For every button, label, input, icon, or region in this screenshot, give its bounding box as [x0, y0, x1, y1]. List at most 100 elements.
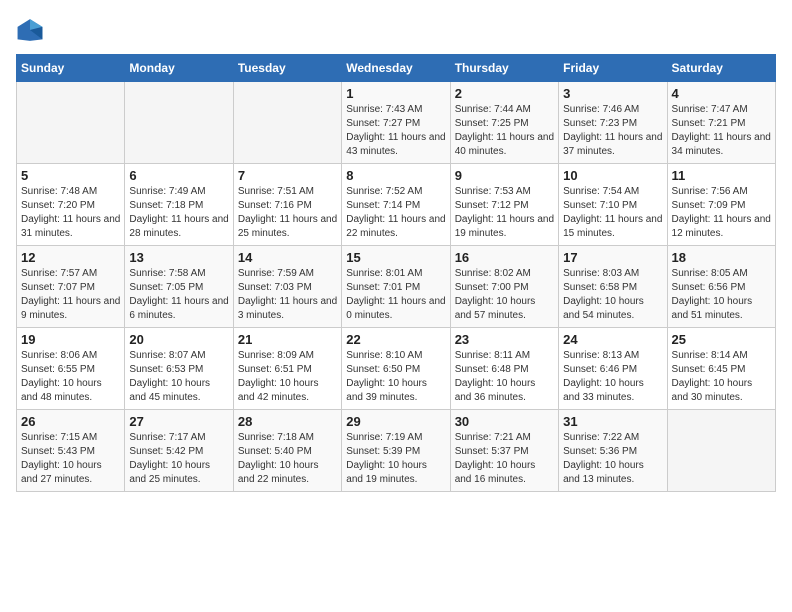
day-info: Sunrise: 7:17 AM Sunset: 5:42 PM Dayligh…: [129, 431, 228, 487]
day-info: Sunrise: 7:21 AM Sunset: 5:37 PM Dayligh…: [455, 431, 554, 487]
day-info: Sunrise: 8:14 AM Sunset: 6:45 PM Dayligh…: [672, 349, 771, 405]
calendar-cell: [233, 82, 341, 164]
day-of-week-header: Thursday: [450, 55, 558, 82]
calendar-cell: [125, 82, 233, 164]
logo: [16, 16, 48, 44]
day-number: 20: [129, 332, 228, 347]
calendar-cell: 22 Sunrise: 8:10 AM Sunset: 6:50 PM Dayli…: [342, 328, 450, 410]
day-info: Sunrise: 8:06 AM Sunset: 6:55 PM Dayligh…: [21, 349, 120, 405]
calendar-cell: 18 Sunrise: 8:05 AM Sunset: 6:56 PM Dayli…: [667, 246, 775, 328]
calendar-cell: 2Sunrise: 7:44 AM Sunset: 7:25 PM Daylig…: [450, 82, 558, 164]
day-info: Sunrise: 7:52 AM Sunset: 7:14 PM Dayligh…: [346, 185, 445, 241]
day-number: 15: [346, 250, 445, 265]
day-number: 26: [21, 414, 120, 429]
calendar-cell: 28 Sunrise: 7:18 AM Sunset: 5:40 PM Dayli…: [233, 410, 341, 492]
day-info: Sunrise: 7:15 AM Sunset: 5:43 PM Dayligh…: [21, 431, 120, 487]
day-number: 30: [455, 414, 554, 429]
day-info: Sunrise: 7:43 AM Sunset: 7:27 PM Dayligh…: [346, 103, 445, 159]
calendar-week-row: 5Sunrise: 7:48 AM Sunset: 7:20 PM Daylig…: [17, 164, 776, 246]
calendar-cell: 31 Sunrise: 7:22 AM Sunset: 5:36 PM Dayli…: [559, 410, 667, 492]
day-number: 8: [346, 168, 445, 183]
day-number: 29: [346, 414, 445, 429]
calendar-cell: 17Sunrise: 8:03 AM Sunset: 6:58 PM Dayli…: [559, 246, 667, 328]
day-number: 16: [455, 250, 554, 265]
calendar-cell: 24 Sunrise: 8:13 AM Sunset: 6:46 PM Dayli…: [559, 328, 667, 410]
day-number: 27: [129, 414, 228, 429]
calendar-cell: 4 Sunrise: 7:47 AM Sunset: 7:21 PM Daylig…: [667, 82, 775, 164]
day-number: 9: [455, 168, 554, 183]
day-info: Sunrise: 7:58 AM Sunset: 7:05 PM Dayligh…: [129, 267, 228, 323]
day-number: 3: [563, 86, 662, 101]
day-number: 13: [129, 250, 228, 265]
calendar-cell: 25 Sunrise: 8:14 AM Sunset: 6:45 PM Dayli…: [667, 328, 775, 410]
calendar-cell: 16 Sunrise: 8:02 AM Sunset: 7:00 PM Dayli…: [450, 246, 558, 328]
calendar-cell: 5Sunrise: 7:48 AM Sunset: 7:20 PM Daylig…: [17, 164, 125, 246]
day-info: Sunrise: 7:54 AM Sunset: 7:10 PM Dayligh…: [563, 185, 662, 241]
day-info: Sunrise: 8:05 AM Sunset: 6:56 PM Dayligh…: [672, 267, 771, 323]
day-info: Sunrise: 7:22 AM Sunset: 5:36 PM Dayligh…: [563, 431, 662, 487]
calendar-header-row: SundayMondayTuesdayWednesdayThursdayFrid…: [17, 55, 776, 82]
day-number: 24: [563, 332, 662, 347]
calendar-week-row: 26 Sunrise: 7:15 AM Sunset: 5:43 PM Dayli…: [17, 410, 776, 492]
day-of-week-header: Monday: [125, 55, 233, 82]
day-info: Sunrise: 8:09 AM Sunset: 6:51 PM Dayligh…: [238, 349, 337, 405]
calendar-cell: 8 Sunrise: 7:52 AM Sunset: 7:14 PM Daylig…: [342, 164, 450, 246]
day-number: 31: [563, 414, 662, 429]
calendar-cell: 29Sunrise: 7:19 AM Sunset: 5:39 PM Dayli…: [342, 410, 450, 492]
day-info: Sunrise: 7:18 AM Sunset: 5:40 PM Dayligh…: [238, 431, 337, 487]
calendar-cell: 23 Sunrise: 8:11 AM Sunset: 6:48 PM Dayli…: [450, 328, 558, 410]
day-number: 18: [672, 250, 771, 265]
day-of-week-header: Saturday: [667, 55, 775, 82]
day-number: 23: [455, 332, 554, 347]
day-number: 6: [129, 168, 228, 183]
calendar-cell: 30 Sunrise: 7:21 AM Sunset: 5:37 PM Dayli…: [450, 410, 558, 492]
day-number: 14: [238, 250, 337, 265]
day-number: 25: [672, 332, 771, 347]
calendar-cell: [17, 82, 125, 164]
day-number: 7: [238, 168, 337, 183]
calendar-cell: 26 Sunrise: 7:15 AM Sunset: 5:43 PM Dayli…: [17, 410, 125, 492]
day-of-week-header: Friday: [559, 55, 667, 82]
day-info: Sunrise: 7:53 AM Sunset: 7:12 PM Dayligh…: [455, 185, 554, 241]
calendar-cell: 12Sunrise: 7:57 AM Sunset: 7:07 PM Dayli…: [17, 246, 125, 328]
calendar-cell: [667, 410, 775, 492]
calendar-cell: 3 Sunrise: 7:46 AM Sunset: 7:23 PM Daylig…: [559, 82, 667, 164]
calendar-cell: 20Sunrise: 8:07 AM Sunset: 6:53 PM Dayli…: [125, 328, 233, 410]
calendar-cell: 11Sunrise: 7:56 AM Sunset: 7:09 PM Dayli…: [667, 164, 775, 246]
calendar-cell: 27 Sunrise: 7:17 AM Sunset: 5:42 PM Dayli…: [125, 410, 233, 492]
calendar-cell: 9 Sunrise: 7:53 AM Sunset: 7:12 PM Daylig…: [450, 164, 558, 246]
calendar-cell: 1 Sunrise: 7:43 AM Sunset: 7:27 PM Daylig…: [342, 82, 450, 164]
day-info: Sunrise: 8:11 AM Sunset: 6:48 PM Dayligh…: [455, 349, 554, 405]
day-info: Sunrise: 7:47 AM Sunset: 7:21 PM Dayligh…: [672, 103, 771, 159]
day-info: Sunrise: 7:57 AM Sunset: 7:07 PM Dayligh…: [21, 267, 120, 323]
calendar-cell: 13 Sunrise: 7:58 AM Sunset: 7:05 PM Dayli…: [125, 246, 233, 328]
day-info: Sunrise: 7:59 AM Sunset: 7:03 PM Dayligh…: [238, 267, 337, 323]
calendar-cell: 7 Sunrise: 7:51 AM Sunset: 7:16 PM Daylig…: [233, 164, 341, 246]
day-info: Sunrise: 8:13 AM Sunset: 6:46 PM Dayligh…: [563, 349, 662, 405]
calendar-week-row: 1 Sunrise: 7:43 AM Sunset: 7:27 PM Daylig…: [17, 82, 776, 164]
calendar-cell: 6 Sunrise: 7:49 AM Sunset: 7:18 PM Daylig…: [125, 164, 233, 246]
day-info: Sunrise: 7:48 AM Sunset: 7:20 PM Dayligh…: [21, 185, 120, 241]
logo-icon: [16, 16, 44, 44]
day-info: Sunrise: 7:46 AM Sunset: 7:23 PM Dayligh…: [563, 103, 662, 159]
day-number: 22: [346, 332, 445, 347]
day-of-week-header: Wednesday: [342, 55, 450, 82]
day-number: 1: [346, 86, 445, 101]
day-info: Sunrise: 7:49 AM Sunset: 7:18 PM Dayligh…: [129, 185, 228, 241]
day-number: 21: [238, 332, 337, 347]
day-number: 19: [21, 332, 120, 347]
calendar-week-row: 12Sunrise: 7:57 AM Sunset: 7:07 PM Dayli…: [17, 246, 776, 328]
day-info: Sunrise: 8:01 AM Sunset: 7:01 PM Dayligh…: [346, 267, 445, 323]
calendar-week-row: 19 Sunrise: 8:06 AM Sunset: 6:55 PM Dayli…: [17, 328, 776, 410]
day-number: 28: [238, 414, 337, 429]
day-number: 2: [455, 86, 554, 101]
day-info: Sunrise: 8:10 AM Sunset: 6:50 PM Dayligh…: [346, 349, 445, 405]
calendar-cell: 15 Sunrise: 8:01 AM Sunset: 7:01 PM Dayli…: [342, 246, 450, 328]
day-info: Sunrise: 7:51 AM Sunset: 7:16 PM Dayligh…: [238, 185, 337, 241]
day-info: Sunrise: 8:02 AM Sunset: 7:00 PM Dayligh…: [455, 267, 554, 323]
day-number: 10: [563, 168, 662, 183]
calendar-cell: 14 Sunrise: 7:59 AM Sunset: 7:03 PM Dayli…: [233, 246, 341, 328]
day-number: 17: [563, 250, 662, 265]
day-number: 4: [672, 86, 771, 101]
day-of-week-header: Tuesday: [233, 55, 341, 82]
